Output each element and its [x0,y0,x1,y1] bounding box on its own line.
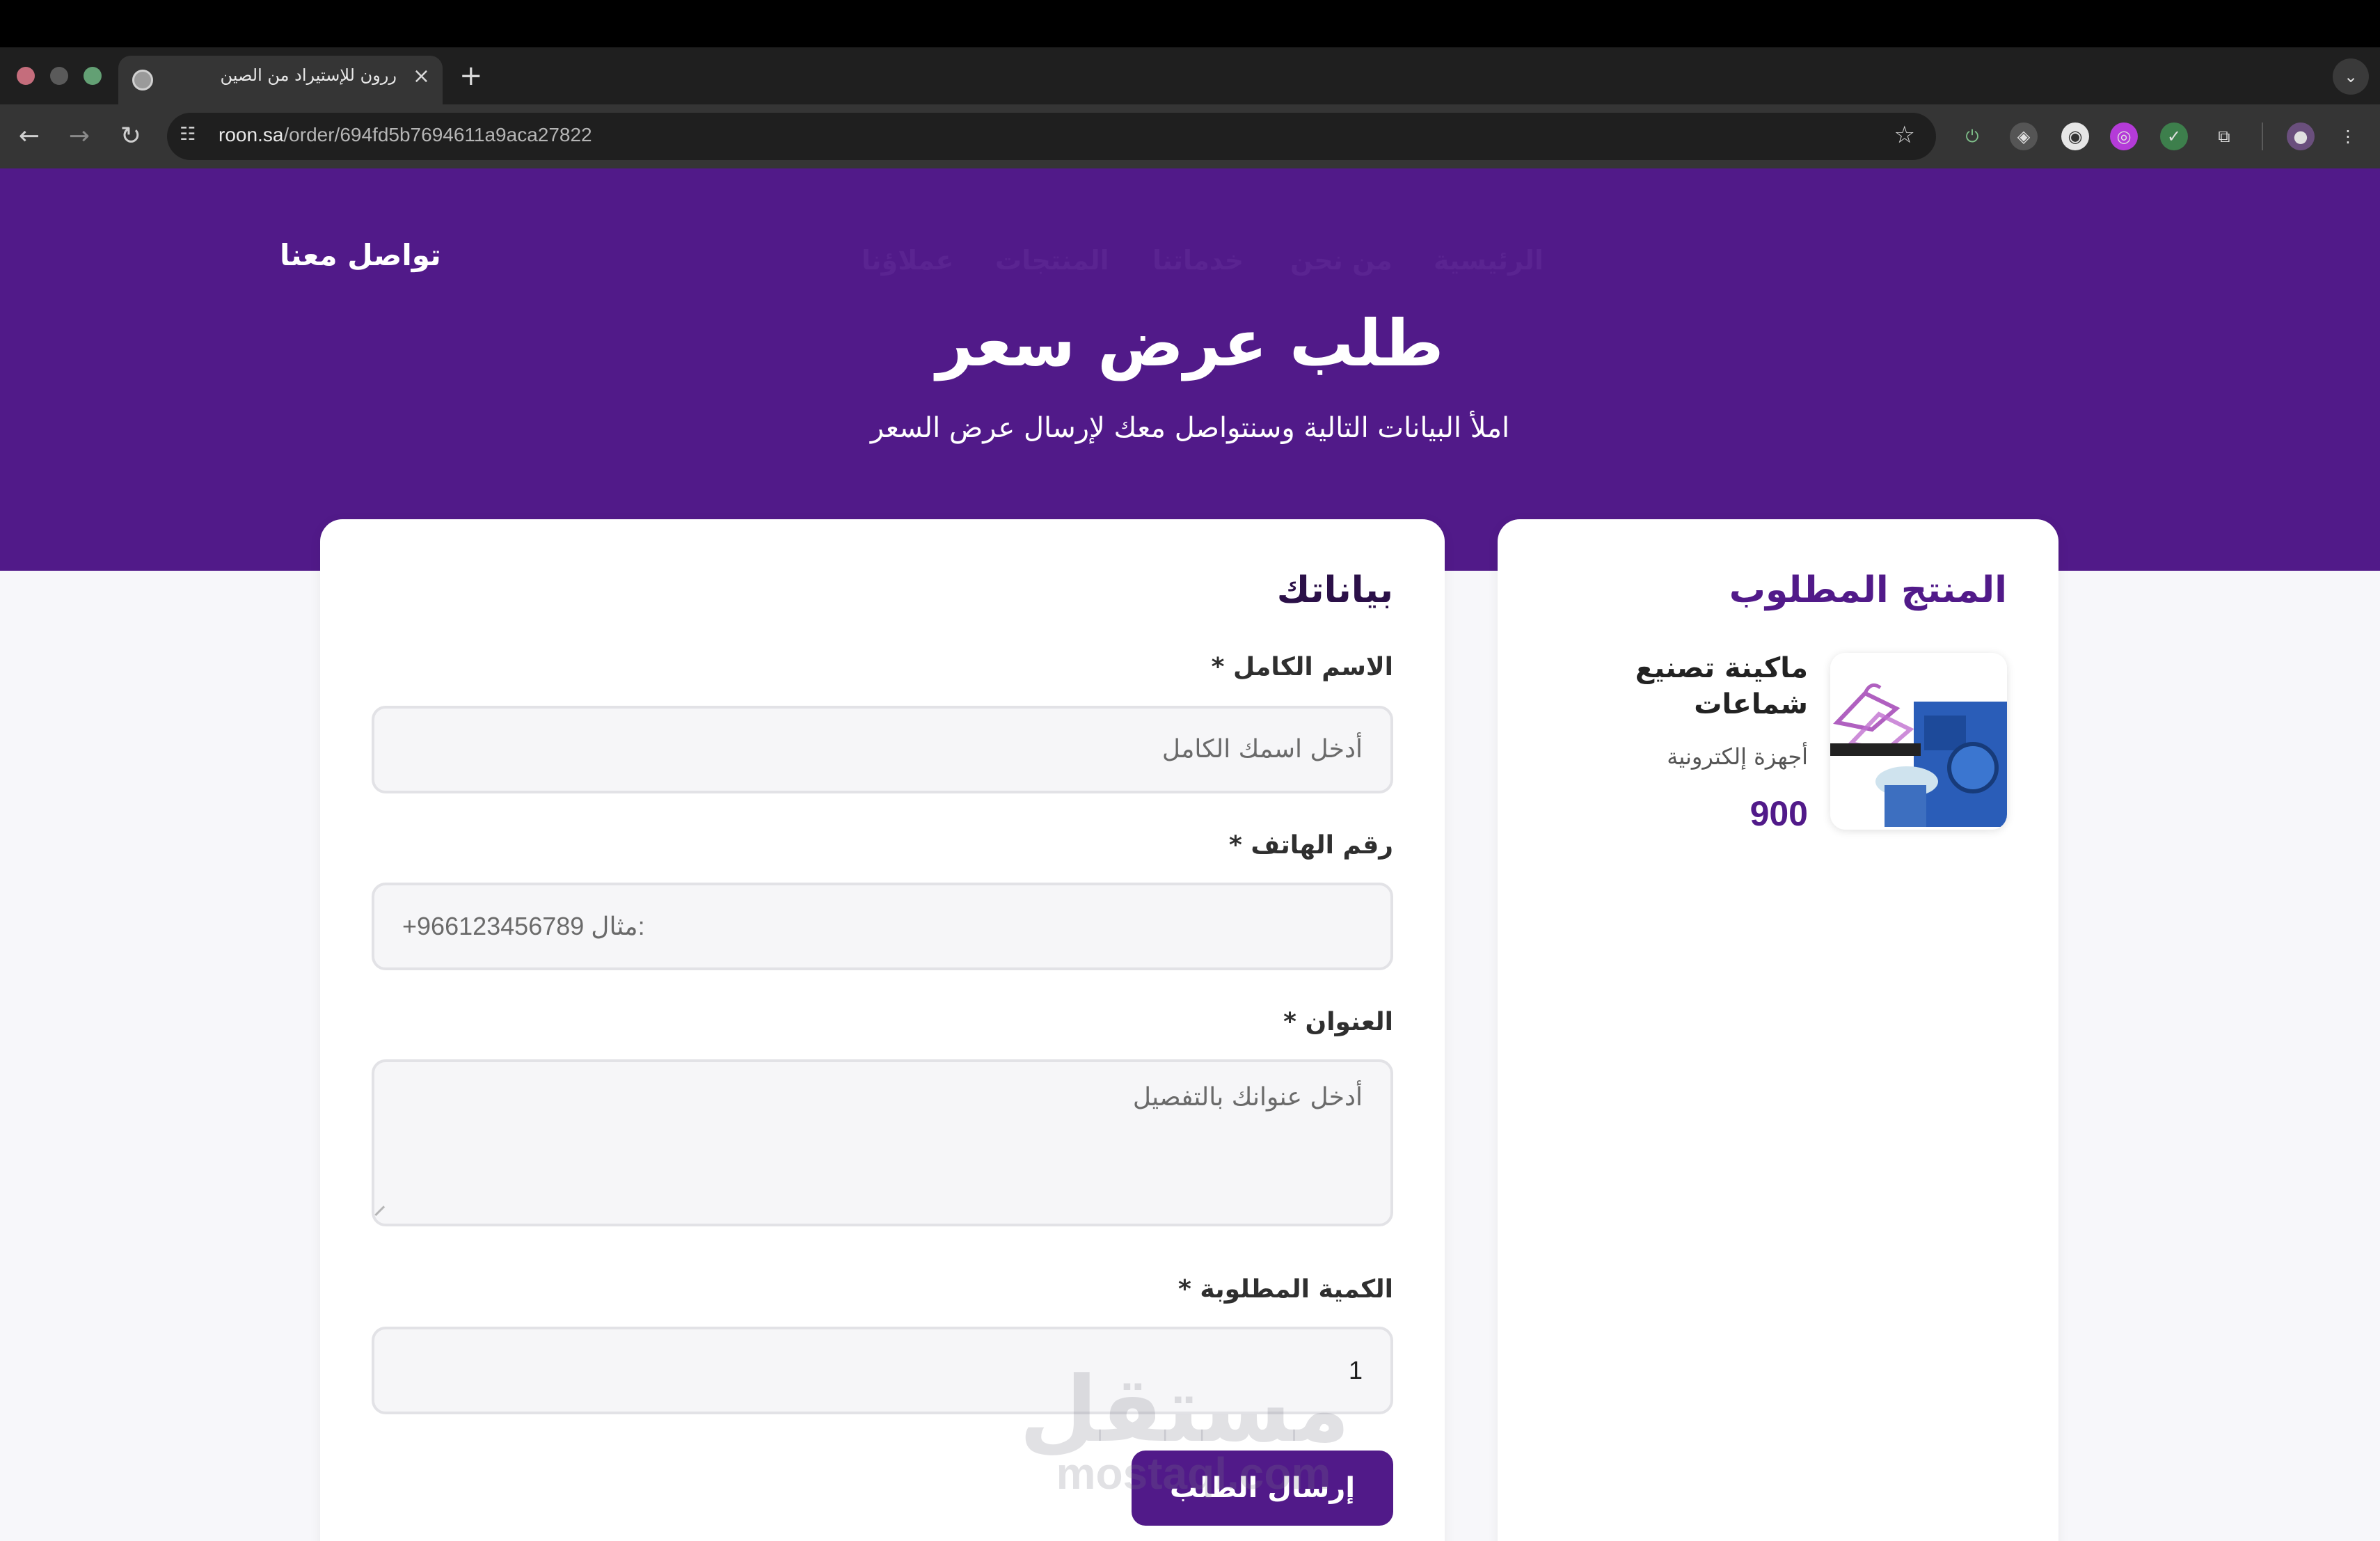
customer-details-card: بياناتك الاسم الكامل * أدخل اسمك الكامل … [320,519,1445,1541]
form-title: بياناتك [1276,569,1393,611]
globe-icon [132,70,153,90]
new-tab-icon[interactable]: + [459,58,483,93]
url-text[interactable]: roon.sa/order/694fd5b7694611a9aca27822 [219,124,592,146]
power-extension-icon[interactable]: ⏻ [1958,123,1986,150]
nav-link-services[interactable]: خدماتنا [1152,245,1244,276]
page-title: طلب عرض سعر [936,306,1444,381]
page-subtitle: املأ البيانات التالية وسنتواصل معك لإرسا… [870,412,1510,444]
window-minimize-button[interactable] [50,67,68,85]
bookmark-star-icon[interactable]: ☆ [1894,121,1915,149]
toolbar-divider [2262,123,2263,150]
tab-title: ررون للإستيراد من الصين [220,65,397,85]
forward-arrow-icon[interactable]: → [60,117,99,156]
nav-link-home[interactable]: الرئيسية [1434,245,1544,276]
full-name-placeholder: أدخل اسمك الكامل [1161,735,1363,764]
full-name-label: الاسم الكامل * [1211,653,1393,681]
back-arrow-icon[interactable]: ← [10,117,49,156]
full-name-input[interactable]: أدخل اسمك الكامل [372,706,1393,793]
address-placeholder: أدخل عنوانك بالتفصيل [1132,1083,1363,1112]
nav-link-about[interactable]: من نحن [1290,245,1393,276]
phone-placeholder: +966123456789 مثال: [402,912,645,941]
phone-placeholder-number: +966123456789 [402,912,585,940]
product-image [1830,653,2007,830]
hanger-machine-icon [1830,653,2007,830]
url-path: /order/694fd5b7694611a9aca27822 [283,124,592,145]
requested-product-card: المنتج المطلوب ماكينة تصنيع شماعات أجهزة… [1498,519,2058,1541]
submit-order-button[interactable]: إرسال الطلب [1132,1451,1393,1526]
quantity-value: 1 [1348,1356,1363,1384]
more-menu-icon[interactable]: ⋮ [2334,123,2362,150]
resize-grip-icon[interactable] [374,1206,392,1224]
address-textarea[interactable]: أدخل عنوانك بالتفصيل [372,1059,1393,1226]
shield-extension-icon[interactable]: ◈ [2010,123,2038,150]
reload-icon[interactable]: ↻ [111,117,150,156]
browser-tab-active[interactable]: ررون للإستيراد من الصين × [118,56,443,104]
address-bar[interactable]: ☷ roon.sa/order/694fd5b7694611a9aca27822… [167,113,1936,160]
site-info-icon[interactable]: ☷ [180,124,196,145]
profile-avatar-icon[interactable]: ● [2287,123,2315,150]
browser-toolbar: ← → ↻ ☷ roon.sa/order/694fd5b7694611a9ac… [0,104,2380,168]
url-domain: roon.sa [219,124,284,145]
quantity-input[interactable]: 1 [372,1327,1393,1414]
tab-close-icon[interactable]: × [413,64,430,88]
contact-link[interactable]: تواصل معنا [280,238,441,272]
product-section-title: المنتج المطلوب [1729,569,2007,611]
window-close-button[interactable] [17,67,35,85]
tab-search-chevron-icon[interactable]: ⌄ [2333,58,2369,95]
adblock-shield-icon[interactable]: ✓ [2160,123,2188,150]
phone-input[interactable]: +966123456789 مثال: [372,883,1393,970]
address-label: العنوان * [1283,1008,1393,1036]
window-zoom-button[interactable] [84,67,102,85]
product-name: ماكينة تصنيع شماعات [1635,652,1808,720]
puzzle-extensions-icon[interactable]: ⧉ [2210,123,2238,150]
product-category: أجهزة إلكترونية [1667,743,1808,770]
system-top-bar [0,0,2380,47]
phone-label: رقم الهاتف * [1229,831,1393,860]
product-price: 900 [1750,794,1808,833]
quantity-label: الكمية المطلوبة * [1177,1275,1393,1304]
nav-link-products[interactable]: المنتجات [995,245,1109,276]
translate-extension-icon[interactable]: ◎ [2110,123,2138,150]
camera-extension-icon[interactable]: ◉ [2061,123,2089,150]
phone-placeholder-prefix: مثال: [591,912,645,940]
nav-link-clients[interactable]: عملاؤنا [862,245,953,276]
